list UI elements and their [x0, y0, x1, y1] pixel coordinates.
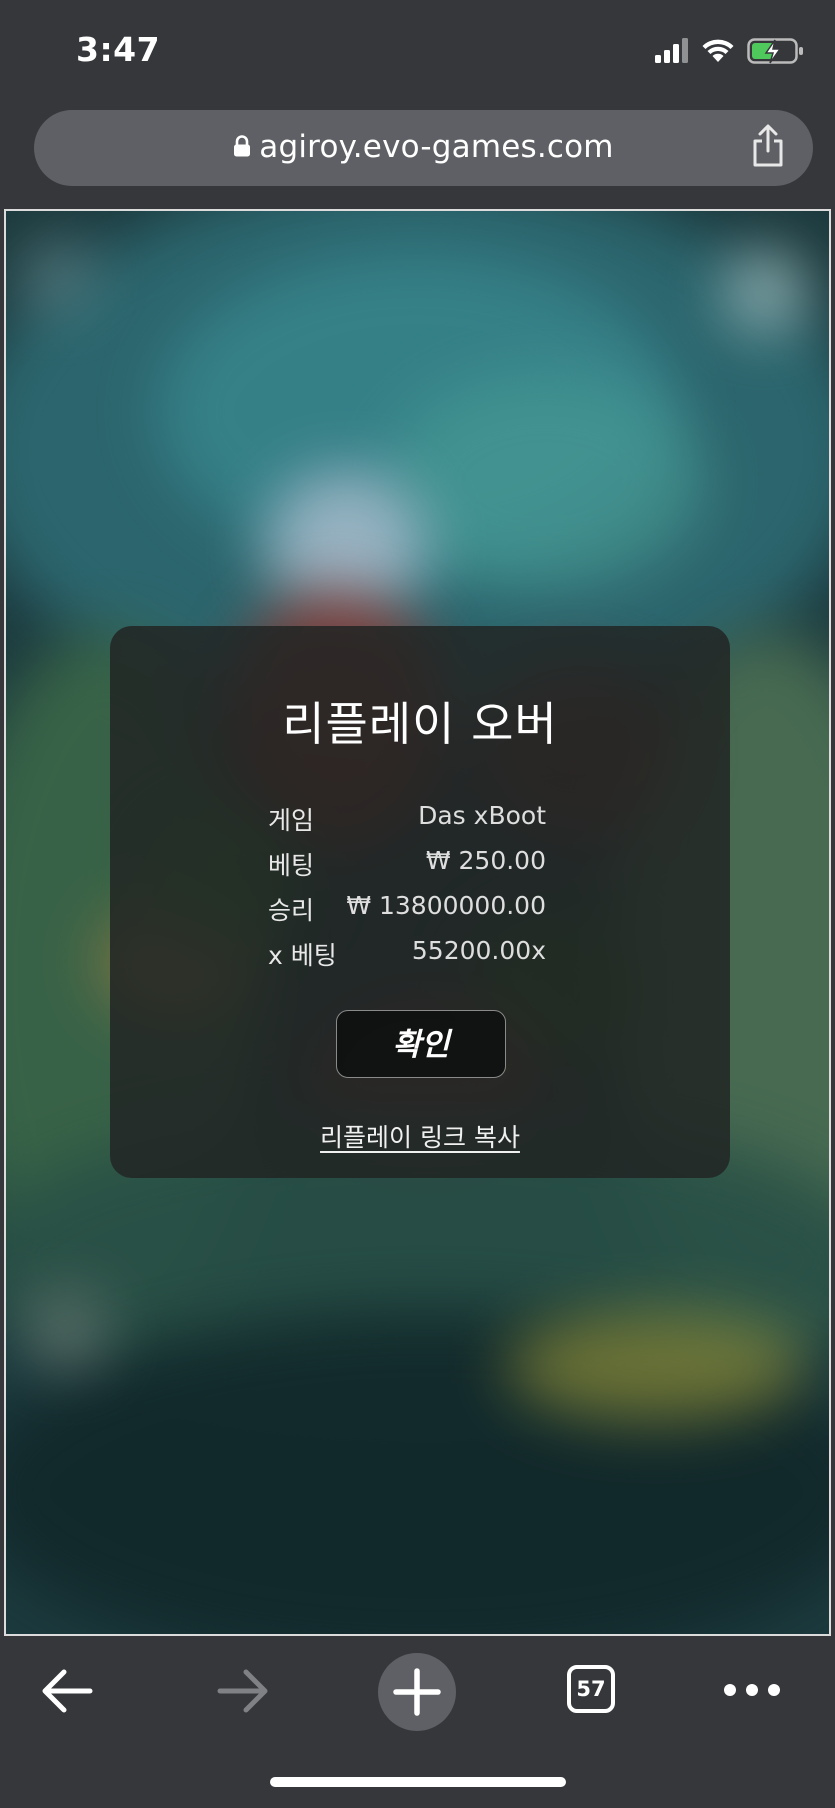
- address-bar[interactable]: agiroy.evo-games.com: [34, 110, 813, 186]
- home-indicator: [270, 1777, 566, 1787]
- lock-icon: [234, 134, 251, 156]
- info-row-game: 게임 Das xBoot: [268, 801, 546, 846]
- info-row-bet: 베팅 ₩ 250.00: [268, 846, 546, 891]
- status-bar: 3:47: [0, 0, 835, 104]
- info-value: 55200.00x: [411, 936, 546, 965]
- battery-charging-icon: [747, 38, 803, 64]
- info-value: ₩ 13800000.00: [346, 891, 546, 920]
- info-label: 게임: [268, 806, 315, 835]
- url-display[interactable]: agiroy.evo-games.com: [34, 129, 813, 165]
- info-label: x 베팅: [268, 941, 337, 970]
- status-time: 3:47: [76, 30, 161, 69]
- replay-info-table: 게임 Das xBoot 베팅 ₩ 250.00 승리 ₩ 13800000.0…: [268, 801, 546, 981]
- screen: 3:47 agiroy.evo-games.com 리플레이 오버 게임 Das…: [0, 0, 835, 1808]
- web-content: 리플레이 오버 게임 Das xBoot 베팅 ₩ 250.00 승리 ₩ 13…: [4, 209, 831, 1636]
- plus-icon: [393, 1668, 441, 1716]
- info-value: Das xBoot: [418, 801, 546, 830]
- back-arrow-icon[interactable]: [40, 1666, 96, 1716]
- info-row-multiplier: x 베팅 55200.00x: [268, 936, 546, 981]
- url-text: agiroy.evo-games.com: [259, 129, 614, 165]
- status-icons: [655, 36, 805, 72]
- new-tab-button[interactable]: [378, 1653, 456, 1731]
- confirm-button[interactable]: 확인: [336, 1010, 506, 1078]
- signal-icon: [655, 38, 688, 63]
- share-icon[interactable]: [751, 124, 785, 168]
- tabs-button[interactable]: 57: [567, 1665, 615, 1713]
- info-label: 승리: [268, 896, 315, 925]
- dialog-title: 리플레이 오버: [282, 697, 558, 751]
- replay-over-dialog: 리플레이 오버 게임 Das xBoot 베팅 ₩ 250.00 승리 ₩ 13…: [110, 626, 730, 1178]
- more-icon[interactable]: [722, 1678, 782, 1702]
- info-label: 베팅: [268, 851, 315, 880]
- copy-replay-link[interactable]: 리플레이 링크 복사: [110, 1118, 730, 1154]
- wifi-icon: [702, 39, 734, 62]
- info-value: ₩ 250.00: [425, 846, 546, 875]
- forward-arrow-icon[interactable]: [214, 1666, 270, 1716]
- info-row-win: 승리 ₩ 13800000.00: [268, 891, 546, 936]
